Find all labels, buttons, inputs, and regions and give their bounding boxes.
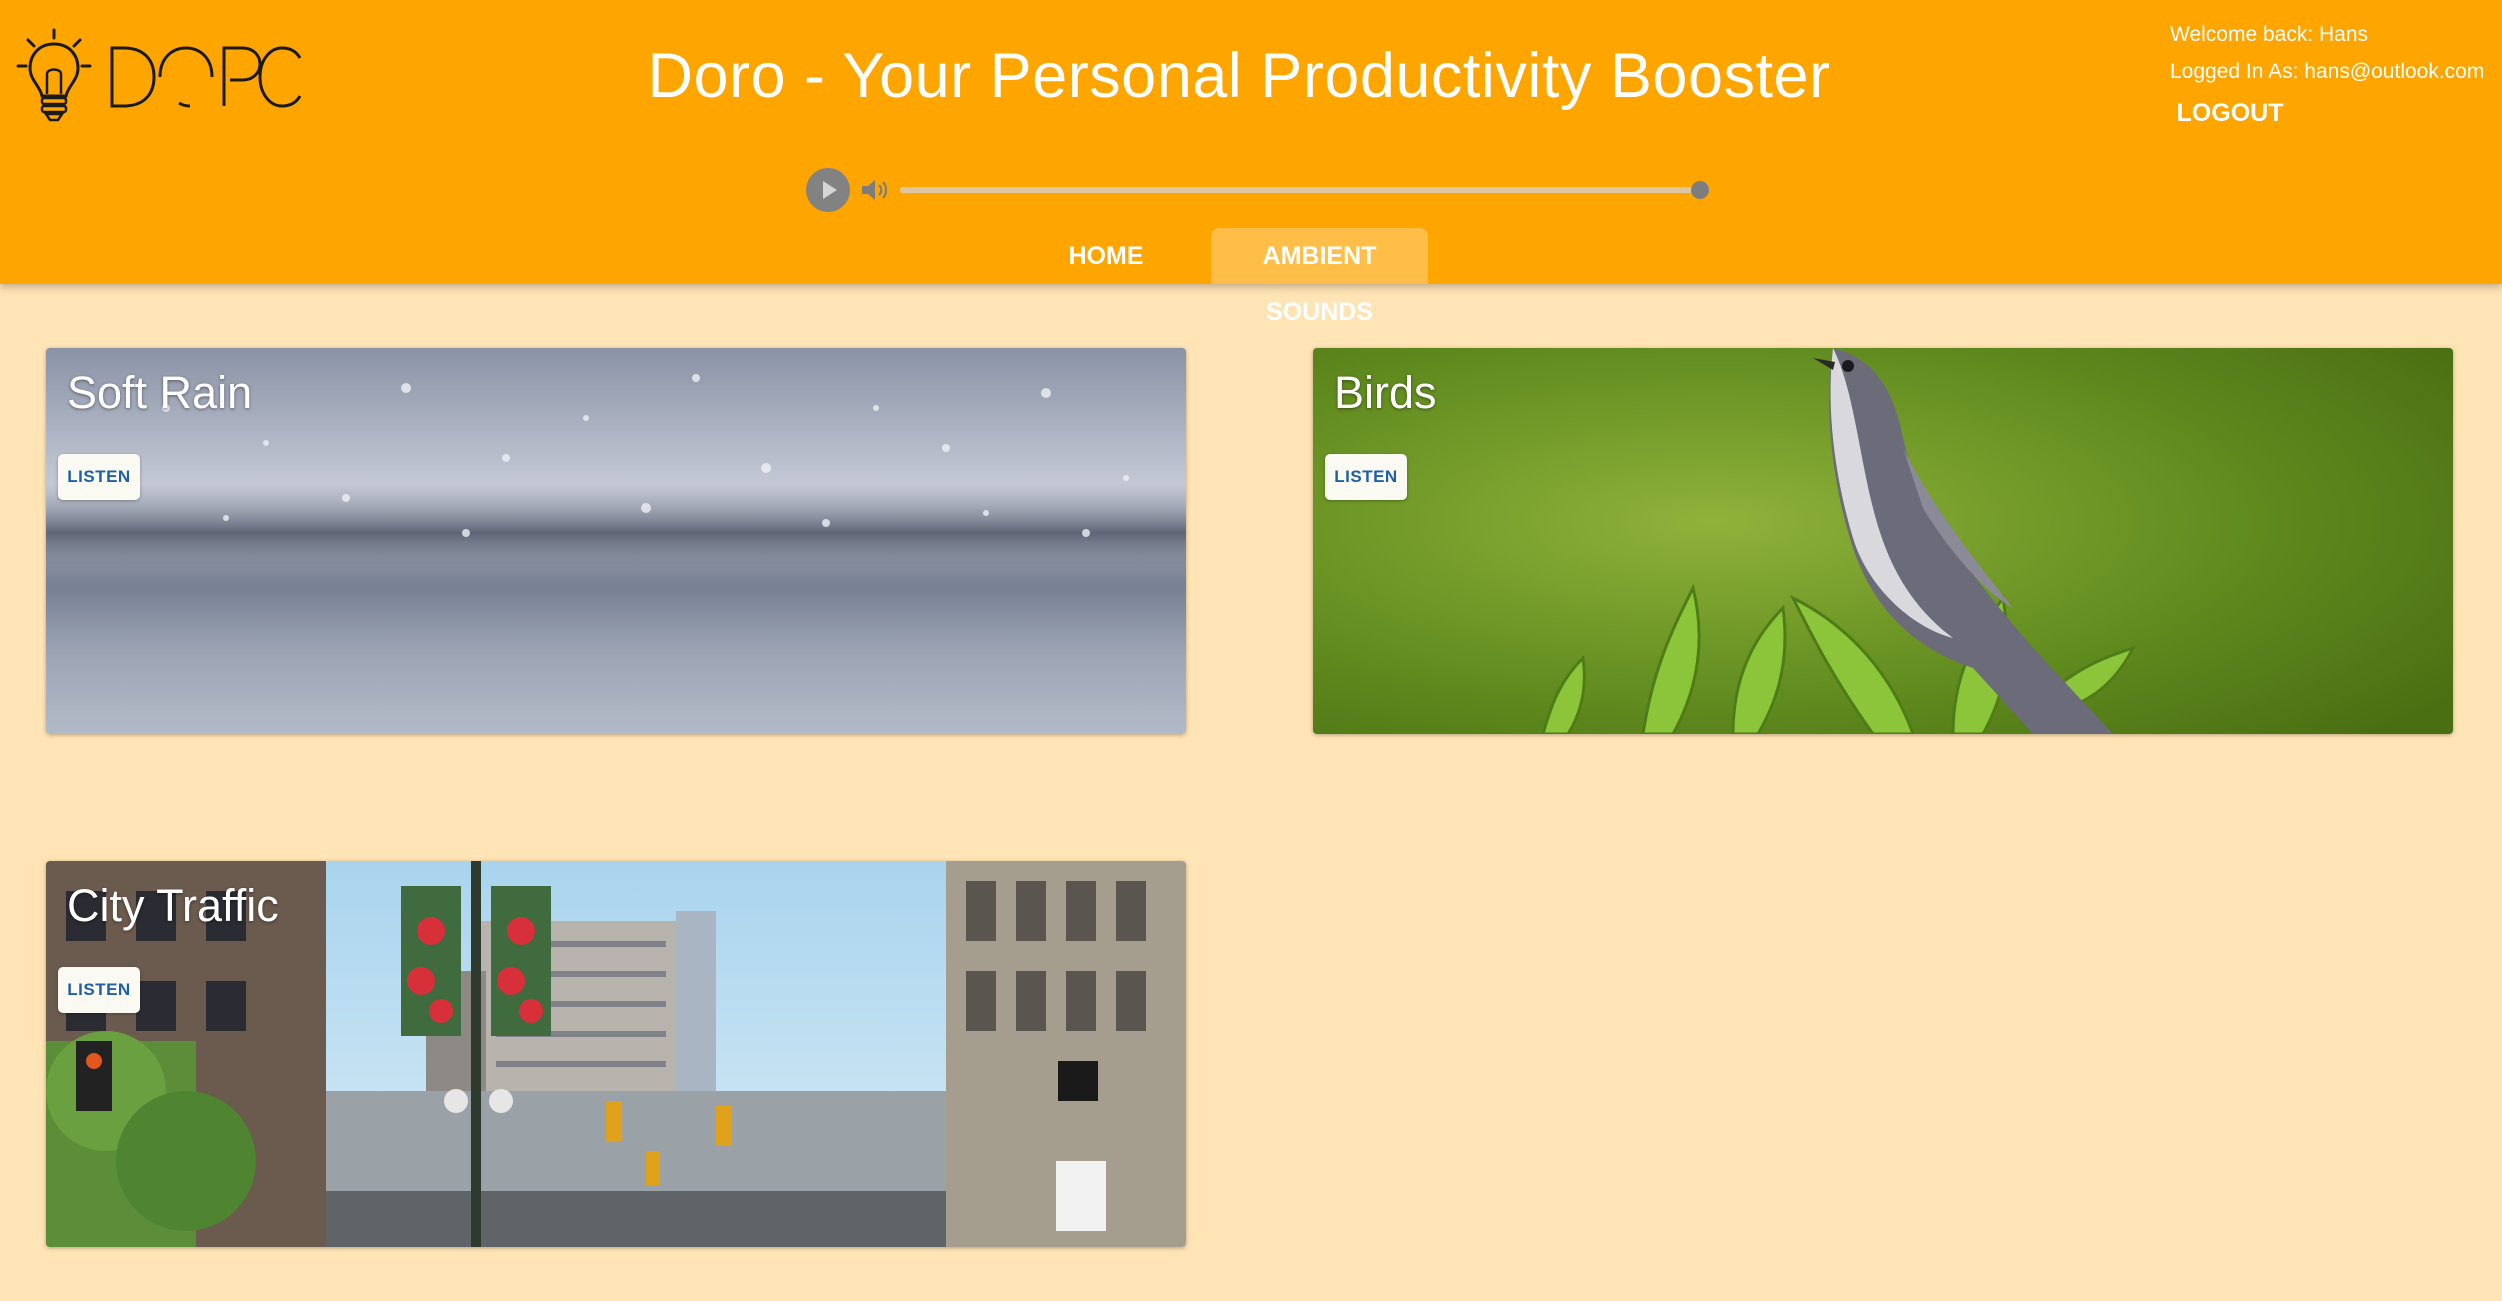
user-info: Welcome back: Hans Logged In As: hans@ou… — [2170, 16, 2490, 90]
main-nav: HOME AMBIENT SOUNDS — [0, 228, 2502, 326]
city-traffic-listen-button[interactable]: LISTEN — [58, 967, 140, 1013]
sound-card-birds: Birds LISTEN — [1313, 348, 2453, 734]
volume-icon[interactable] — [860, 177, 890, 203]
welcome-text: Welcome back: Hans — [2170, 23, 2369, 46]
play-icon — [823, 181, 837, 199]
birds-image — [1313, 348, 2453, 734]
progress-slider[interactable] — [900, 181, 1709, 199]
soft-rain-title: Soft Rain — [67, 367, 253, 418]
progress-knob[interactable] — [1691, 181, 1709, 199]
city-traffic-title: City Traffic — [67, 880, 279, 931]
app-title: Doro - Your Personal Productivity Booste… — [647, 41, 1831, 111]
birds-title: Birds — [1334, 367, 1437, 418]
birds-listen-button[interactable]: LISTEN — [1325, 454, 1407, 500]
logout-button[interactable]: LOGOUT — [2168, 92, 2292, 134]
audio-player — [806, 167, 1712, 213]
tab-ambient-sounds[interactable]: AMBIENT SOUNDS — [1211, 228, 1428, 326]
soft-rain-listen-button[interactable]: LISTEN — [58, 454, 140, 500]
tab-home[interactable]: HOME — [1056, 228, 1156, 284]
sound-card-soft-rain: Soft Rain LISTEN — [46, 348, 1186, 734]
progress-fill — [900, 187, 1700, 193]
sound-card-city-traffic: City Traffic LISTEN — [46, 861, 1186, 1247]
logged-in-text: Logged In As: hans@outlook.com — [2170, 60, 2485, 83]
play-button[interactable] — [806, 168, 850, 212]
app-header: Doro - Your Personal Productivity Booste… — [0, 0, 2502, 326]
